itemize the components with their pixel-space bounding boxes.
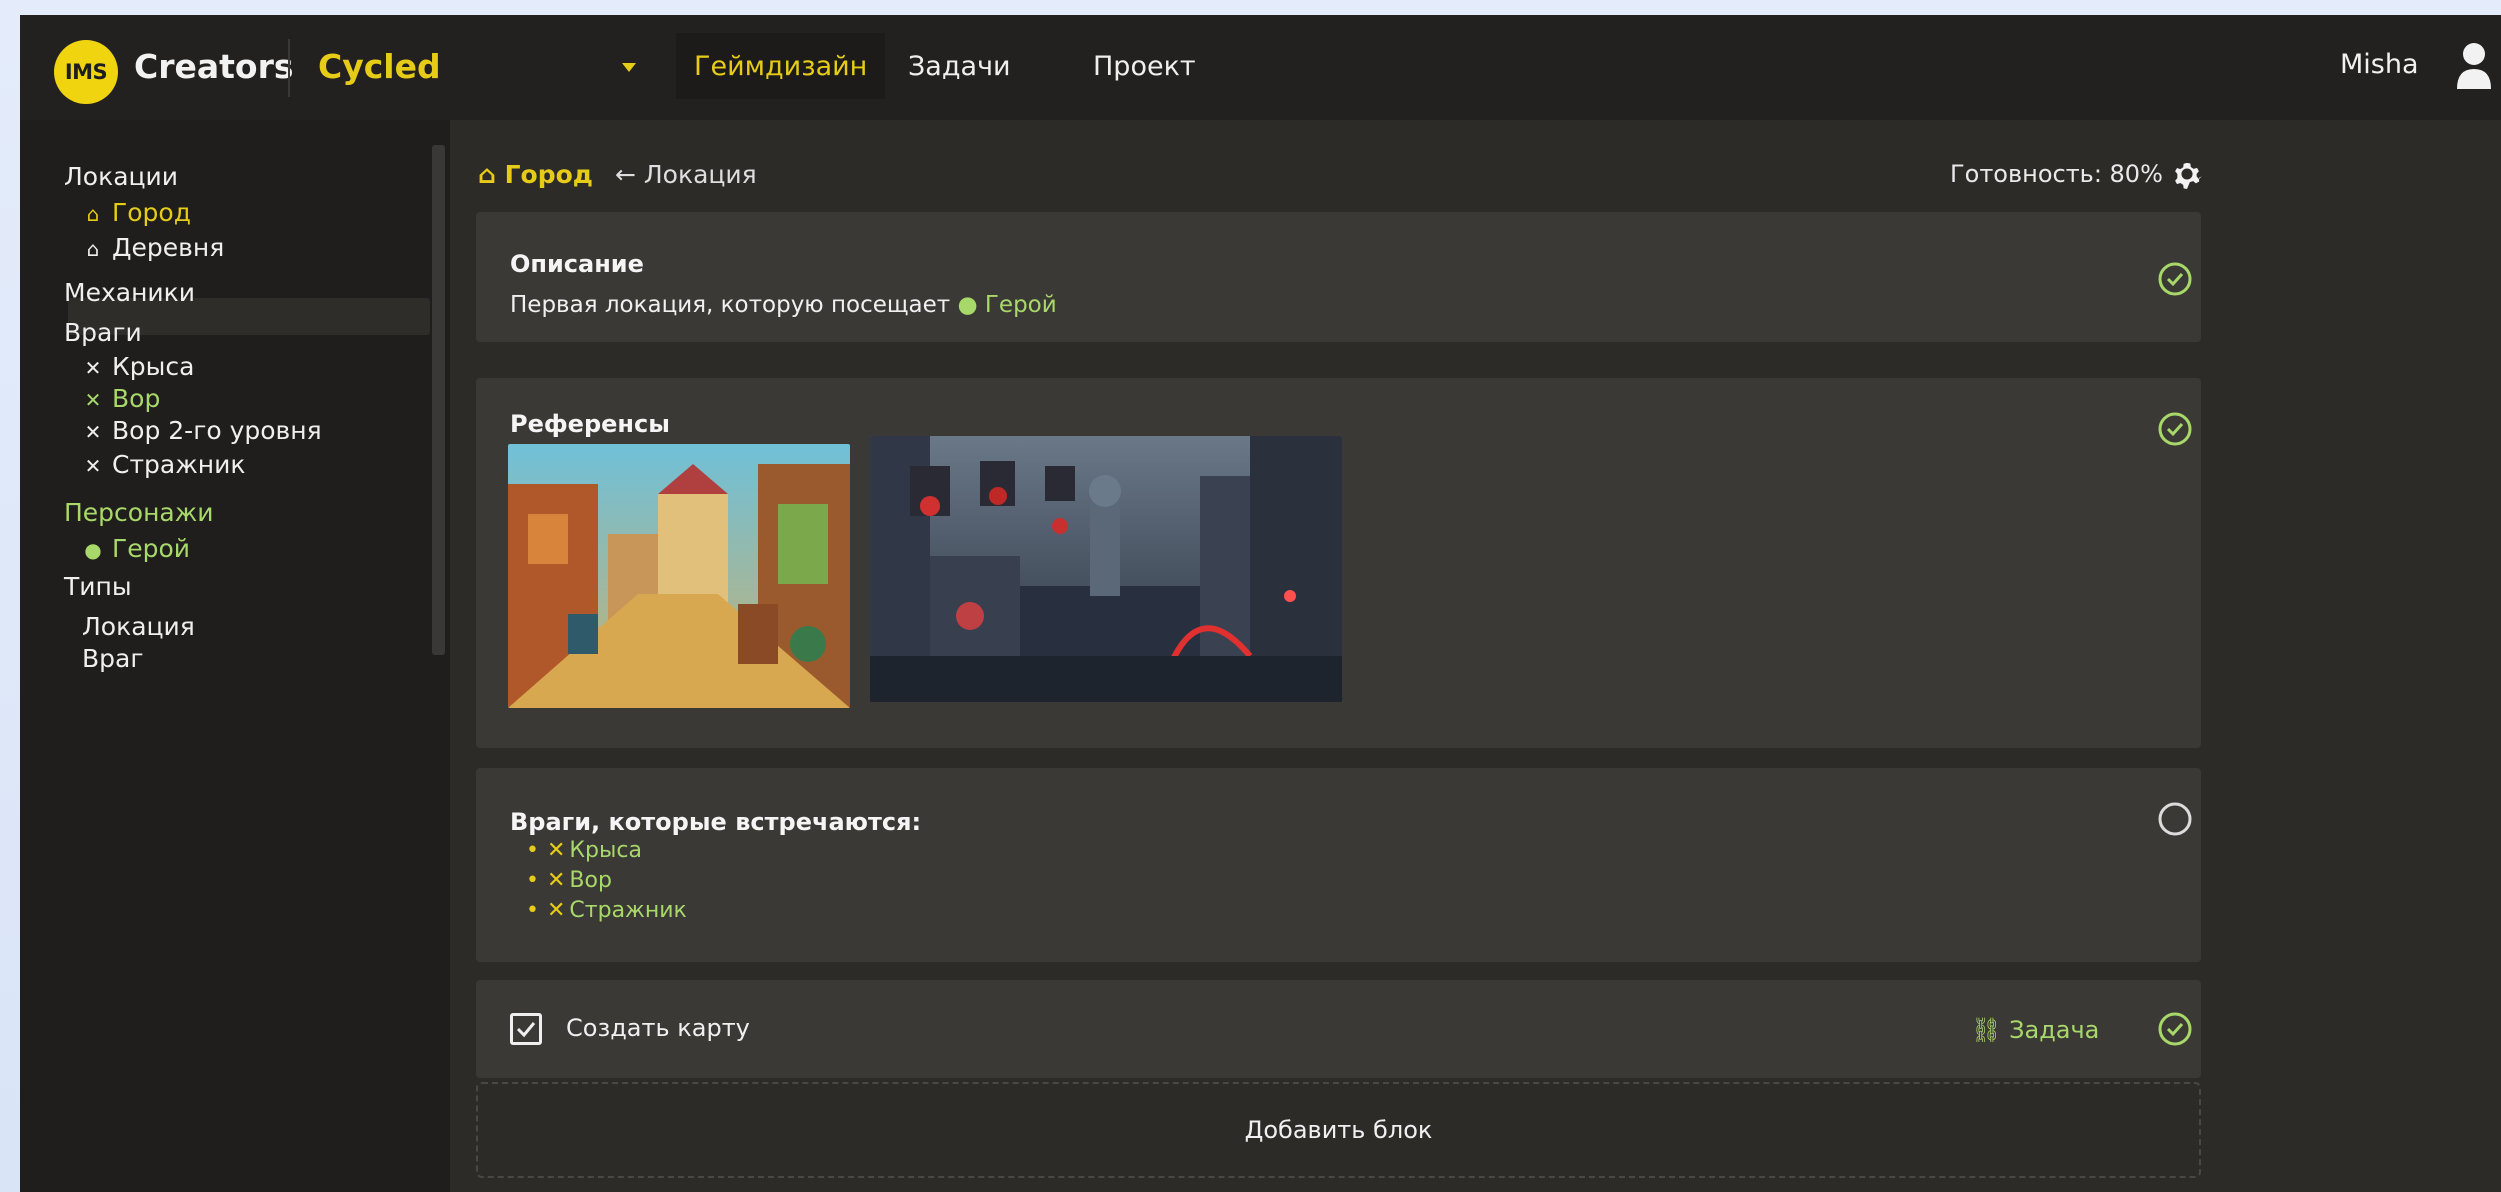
- breadcrumb-current-label: Город: [504, 160, 593, 189]
- chevron-down-icon[interactable]: [622, 63, 636, 72]
- enemy-label: Вор: [569, 868, 612, 893]
- description-title: Описание: [510, 250, 644, 278]
- task-label: Создать карту: [566, 1014, 750, 1042]
- readiness-status: Готовность: 80%: [1950, 160, 2163, 188]
- reference-image-scifi-city[interactable]: [870, 436, 1342, 702]
- link-icon: ⛓: [1971, 1016, 2002, 1044]
- breadcrumb-current[interactable]: ⌂ Город: [478, 160, 593, 189]
- sidebar-item-thief-lvl2[interactable]: ✕ Вор 2-го уровня: [82, 416, 322, 445]
- sidebar-item-thief[interactable]: ✕ Вор: [82, 384, 161, 413]
- enemies-title: Враги, которые встречаются:: [510, 808, 922, 836]
- sidebar-item-guard[interactable]: ✕ Стражник: [82, 450, 246, 479]
- check-circle-icon[interactable]: [2156, 1010, 2194, 1048]
- crossed-swords-icon: ✕: [546, 898, 566, 923]
- task-checkbox[interactable]: [510, 1013, 542, 1045]
- sidebar-item-derevnya[interactable]: ⌂ Деревня: [82, 233, 225, 262]
- check-circle-icon[interactable]: [2156, 410, 2194, 448]
- enemy-label: Крыса: [569, 838, 642, 863]
- sidebar-group-enemies[interactable]: Враги: [64, 318, 142, 347]
- sidebar-group-characters[interactable]: Персонажи: [64, 498, 214, 527]
- tab-project[interactable]: Проект: [1075, 33, 1214, 99]
- add-block-button[interactable]: Добавить блок: [476, 1082, 2201, 1178]
- gear-icon[interactable]: [2168, 155, 2206, 193]
- project-selector[interactable]: Cycled: [318, 47, 441, 86]
- task-link-label: Задача: [2009, 1016, 2100, 1044]
- home-icon: ⌂: [86, 202, 100, 226]
- sidebar-item-label: Вор: [112, 384, 161, 413]
- sidebar-item-label: Деревня: [112, 233, 225, 262]
- sidebar-item-label: Город: [112, 198, 191, 227]
- user-icon: ●: [957, 292, 978, 318]
- checkmark-icon: [516, 1022, 536, 1038]
- description-text: Первая локация, которую посещает ● Герой: [510, 292, 1057, 318]
- home-icon: ⌂: [478, 160, 505, 189]
- sidebar-group-mechanics[interactable]: Механики: [64, 278, 195, 307]
- sidebar-item-gorod[interactable]: ⌂ Город: [82, 198, 191, 227]
- empty-circle-icon[interactable]: [2156, 800, 2194, 838]
- sidebar-group-types[interactable]: Типы: [64, 572, 132, 601]
- sidebar: Локации ⌂ Город ⌂ Деревня Механики Враги ✕…: [20, 120, 450, 1192]
- sidebar-group-locations[interactable]: Локации: [64, 162, 178, 191]
- tab-tasks[interactable]: Задачи: [890, 33, 1029, 99]
- user-icon[interactable]: [2455, 41, 2493, 91]
- home-icon: ⌂: [86, 237, 100, 261]
- logo-badge: IMS: [54, 40, 118, 104]
- references-card: Референсы: [476, 378, 2201, 748]
- crossed-swords-icon: ✕: [84, 356, 102, 380]
- crossed-swords-icon: ✕: [546, 868, 566, 893]
- task-card: Создать карту ⛓ Задача: [476, 980, 2201, 1078]
- user-icon: ●: [84, 538, 102, 562]
- hero-link[interactable]: ● Герой: [958, 292, 1057, 318]
- tab-gamedesign[interactable]: Геймдизайн: [676, 33, 886, 99]
- app-window: IMS Creators Cycled Геймдизайн Задачи Пр…: [20, 15, 2501, 1192]
- breadcrumb-parent[interactable]: ← Локация: [615, 160, 757, 189]
- sidebar-item-label: Стражник: [112, 450, 246, 479]
- crossed-swords-icon: ✕: [546, 838, 566, 863]
- sidebar-item-label: Крыса: [112, 352, 195, 381]
- enemy-link-thief[interactable]: • ✕ Вор: [526, 868, 612, 893]
- description-card: Описание Первая локация, которую посещае…: [476, 212, 2201, 342]
- top-bar: IMS Creators Cycled Геймдизайн Задачи Пр…: [20, 15, 2501, 120]
- enemy-label: Стражник: [569, 898, 687, 923]
- crossed-swords-icon: ✕: [84, 454, 102, 478]
- check-circle-icon[interactable]: [2156, 260, 2194, 298]
- sidebar-item-label: Вор 2-го уровня: [112, 416, 322, 445]
- user-name[interactable]: Misha: [2340, 49, 2419, 80]
- scrollbar[interactable]: [432, 145, 445, 655]
- sidebar-item-rat[interactable]: ✕ Крыса: [82, 352, 195, 381]
- enemy-link-guard[interactable]: • ✕ Стражник: [526, 898, 687, 923]
- sidebar-item-type-enemy[interactable]: Враг: [82, 644, 143, 673]
- sidebar-item-hero[interactable]: ● Герой: [82, 534, 190, 563]
- hero-link-label: Герой: [984, 292, 1057, 318]
- enemies-card: Враги, которые встречаются: • ✕ Крыса • ✕ Во…: [476, 768, 2201, 962]
- logo-text: Creators: [134, 47, 294, 86]
- crossed-swords-icon: ✕: [84, 388, 102, 412]
- reference-image-town[interactable]: [508, 444, 850, 708]
- references-title: Референсы: [510, 410, 670, 438]
- divider: [288, 39, 290, 97]
- task-link[interactable]: ⛓ Задача: [1971, 1016, 2099, 1044]
- breadcrumb: ⌂ Город ← Локация: [478, 160, 757, 189]
- enemy-link-rat[interactable]: • ✕ Крыса: [526, 838, 642, 863]
- sidebar-item-type-location[interactable]: Локация: [82, 612, 195, 641]
- sidebar-item-label: Герой: [112, 534, 191, 563]
- description-body: Первая локация, которую посещает: [510, 292, 951, 318]
- crossed-swords-icon: ✕: [84, 420, 102, 444]
